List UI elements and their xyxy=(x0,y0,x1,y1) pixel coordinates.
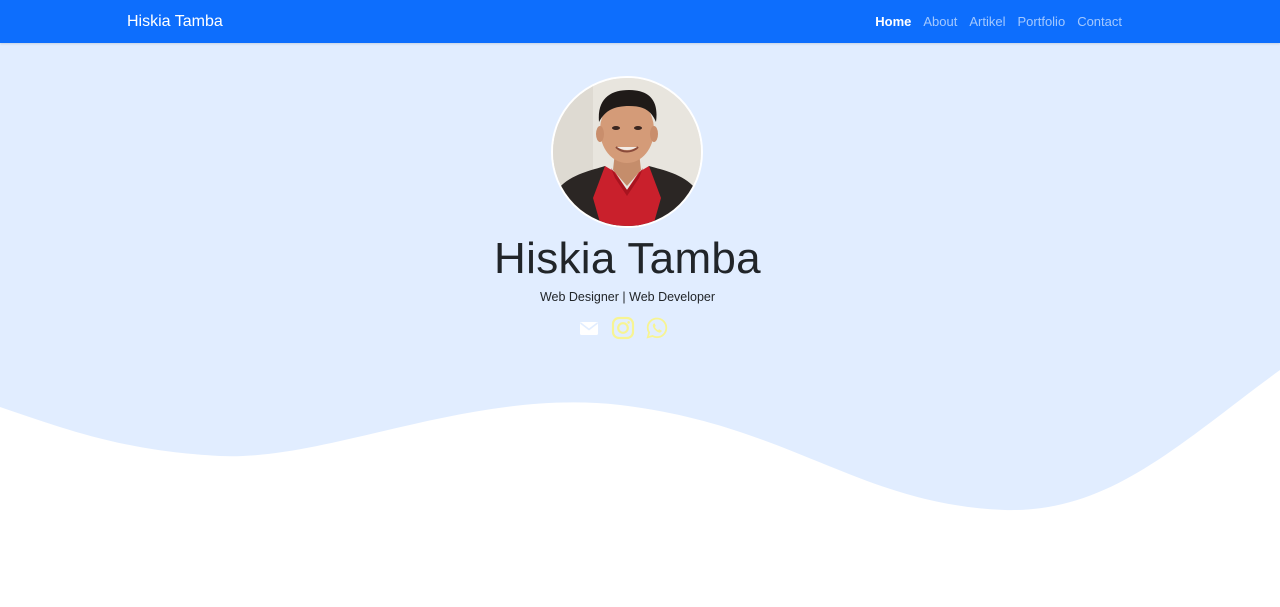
hero-subtitle: Web Designer | Web Developer xyxy=(539,290,716,304)
nav-link-contact[interactable]: Contact xyxy=(1077,12,1122,31)
nav-link-artikel[interactable]: Artikel xyxy=(969,12,1005,31)
hero-name: Hiskia Tamba xyxy=(494,234,761,283)
nav-links: Home About Artikel Portfolio Contact xyxy=(875,12,1122,31)
navbar: Hiskia Tamba Home About Artikel Portfoli… xyxy=(0,0,1280,43)
nav-link-portfolio[interactable]: Portfolio xyxy=(1017,12,1065,31)
navbar-brand[interactable]: Hiskia Tamba xyxy=(127,11,223,33)
whatsapp-icon xyxy=(646,317,668,339)
profile-avatar xyxy=(551,76,703,228)
whatsapp-link[interactable] xyxy=(645,316,669,340)
email-link[interactable] xyxy=(577,316,601,340)
nav-link-home[interactable]: Home xyxy=(875,12,911,31)
nav-link-about[interactable]: About xyxy=(923,12,957,31)
email-icon xyxy=(580,322,598,335)
instagram-icon xyxy=(611,316,635,340)
instagram-link[interactable] xyxy=(611,316,635,340)
hero-section: Hiskia Tamba Web Designer | Web Develope… xyxy=(0,43,1280,607)
social-links xyxy=(577,316,669,340)
